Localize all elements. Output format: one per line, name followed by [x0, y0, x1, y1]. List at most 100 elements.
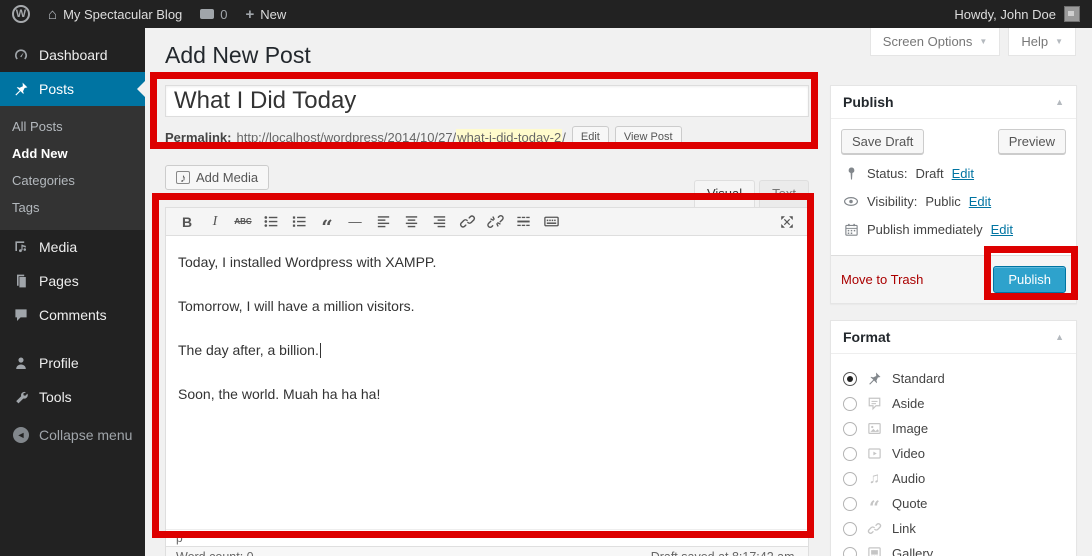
- sidebar-item-tools[interactable]: Tools: [0, 380, 145, 414]
- italic-icon[interactable]: I: [202, 211, 228, 233]
- format-gallery-icon: [866, 546, 883, 556]
- publish-box-title: Publish: [843, 94, 894, 110]
- admin-bar: W ⌂ My Spectacular Blog 0 + New Howdy, J…: [0, 0, 1092, 28]
- toolbar-toggle-icon[interactable]: [538, 211, 564, 233]
- submenu-item-all-posts[interactable]: All Posts: [0, 113, 145, 140]
- fullscreen-icon[interactable]: [774, 211, 800, 233]
- howdy-label[interactable]: Howdy, John Doe: [954, 7, 1056, 22]
- unlink-icon[interactable]: [482, 211, 508, 233]
- permalink-trailing-slash: /: [562, 130, 566, 145]
- schedule-row: Publish immediately Edit: [843, 222, 1064, 237]
- comment-count: 0: [220, 7, 227, 22]
- schedule-label: Publish immediately: [867, 222, 983, 237]
- post-body-editor[interactable]: Today, I installed Wordpress with XAMPP.…: [166, 236, 808, 529]
- editor-toolbar: B I ABC “ —: [166, 208, 808, 236]
- radio-audio[interactable]: [843, 472, 857, 486]
- sidebar-item-label: Pages: [39, 273, 79, 289]
- sidebar-item-dashboard[interactable]: Dashboard: [0, 38, 145, 72]
- format-option-label: Image: [892, 421, 928, 436]
- format-link-icon: [866, 521, 883, 536]
- add-media-button[interactable]: ♪ Add Media: [165, 165, 269, 190]
- numbered-list-icon[interactable]: [286, 211, 312, 233]
- wp-logo-menu[interactable]: W: [12, 5, 30, 23]
- format-image-icon: [866, 421, 883, 436]
- format-option-standard[interactable]: Standard: [843, 370, 1064, 387]
- view-post-button[interactable]: View Post: [615, 126, 682, 148]
- submenu-item-categories[interactable]: Categories: [0, 167, 145, 194]
- sidebar-item-posts[interactable]: Posts: [0, 72, 145, 106]
- admin-bar-new[interactable]: + New: [246, 6, 287, 23]
- help-tab[interactable]: Help ▼: [1008, 28, 1076, 56]
- radio-aside[interactable]: [843, 397, 857, 411]
- align-right-icon[interactable]: [426, 211, 452, 233]
- format-option-label: Aside: [892, 396, 925, 411]
- status-icon: [843, 166, 859, 181]
- sidebar-item-pages[interactable]: Pages: [0, 264, 145, 298]
- sidebar-item-collapse-menu[interactable]: ◄ Collapse menu: [0, 418, 145, 452]
- radio-quote[interactable]: [843, 497, 857, 511]
- menu-separator: [0, 332, 145, 346]
- plus-icon: +: [246, 6, 255, 23]
- move-to-trash-link[interactable]: Move to Trash: [841, 272, 923, 287]
- more-tag-icon[interactable]: [510, 211, 536, 233]
- radio-video[interactable]: [843, 447, 857, 461]
- tools-icon: [12, 389, 30, 405]
- collapse-toggle-icon[interactable]: ▲: [1055, 332, 1064, 342]
- screen-options-tab[interactable]: Screen Options ▼: [870, 28, 1001, 56]
- format-option-video[interactable]: Video: [843, 445, 1064, 462]
- permalink-slug: what-i-did-today-2: [456, 129, 562, 146]
- format-option-audio[interactable]: ♫ Audio: [843, 470, 1064, 487]
- media-icon: [12, 239, 30, 255]
- post-title-input[interactable]: [165, 85, 809, 117]
- format-option-gallery[interactable]: Gallery: [843, 545, 1064, 556]
- editor-paragraph: Tomorrow, I will have a million visitors…: [178, 296, 796, 316]
- link-icon[interactable]: [454, 211, 480, 233]
- avatar[interactable]: [1064, 6, 1080, 22]
- site-name-link[interactable]: ⌂ My Spectacular Blog: [48, 6, 182, 23]
- admin-menu: Dashboard Posts All Posts Add New Catego…: [0, 28, 145, 556]
- save-draft-button[interactable]: Save Draft: [841, 129, 924, 154]
- horizontal-rule-icon[interactable]: —: [342, 211, 368, 233]
- admin-bar-comments[interactable]: 0: [200, 7, 227, 22]
- edit-visibility-link[interactable]: Edit: [969, 194, 991, 209]
- preview-button[interactable]: Preview: [998, 129, 1066, 154]
- sidebar-item-media[interactable]: Media: [0, 230, 145, 264]
- publish-button[interactable]: Publish: [993, 266, 1066, 293]
- format-option-aside[interactable]: Aside: [843, 395, 1064, 412]
- wordpress-admin-page: W ⌂ My Spectacular Blog 0 + New Howdy, J…: [0, 0, 1092, 556]
- visibility-label: Visibility:: [867, 194, 917, 209]
- strikethrough-icon[interactable]: ABC: [230, 211, 256, 233]
- edit-permalink-button[interactable]: Edit: [572, 126, 609, 148]
- chevron-down-icon: ▼: [1055, 37, 1063, 46]
- format-option-image[interactable]: Image: [843, 420, 1064, 437]
- radio-standard[interactable]: [843, 372, 857, 386]
- align-left-icon[interactable]: [370, 211, 396, 233]
- radio-link[interactable]: [843, 522, 857, 536]
- format-option-label: Standard: [892, 371, 945, 386]
- sidebar-item-comments[interactable]: Comments: [0, 298, 145, 332]
- collapse-toggle-icon[interactable]: ▲: [1055, 97, 1064, 107]
- align-center-icon[interactable]: [398, 211, 424, 233]
- tab-text[interactable]: Text: [759, 180, 809, 207]
- sidebar-item-profile[interactable]: Profile: [0, 346, 145, 380]
- format-option-quote[interactable]: “ Quote: [843, 495, 1064, 512]
- format-audio-icon: ♫: [866, 470, 883, 487]
- submenu-item-tags[interactable]: Tags: [0, 194, 145, 221]
- blockquote-icon[interactable]: “: [314, 211, 340, 233]
- editor-paragraph: Today, I installed Wordpress with XAMPP.: [178, 252, 796, 272]
- bold-icon[interactable]: B: [174, 211, 200, 233]
- radio-image[interactable]: [843, 422, 857, 436]
- profile-icon: [12, 355, 30, 371]
- format-option-label: Audio: [892, 471, 925, 486]
- edit-status-link[interactable]: Edit: [952, 166, 974, 181]
- sidebar-item-label: Tools: [39, 389, 72, 405]
- format-option-link[interactable]: Link: [843, 520, 1064, 537]
- radio-gallery[interactable]: [843, 547, 857, 556]
- status-value: Draft: [915, 166, 943, 181]
- submenu-item-add-new[interactable]: Add New: [0, 140, 145, 167]
- visibility-value: Public: [925, 194, 960, 209]
- bullet-list-icon[interactable]: [258, 211, 284, 233]
- edit-schedule-link[interactable]: Edit: [991, 222, 1013, 237]
- sidebar-item-label: Posts: [39, 81, 74, 97]
- tab-visual[interactable]: Visual: [694, 180, 755, 207]
